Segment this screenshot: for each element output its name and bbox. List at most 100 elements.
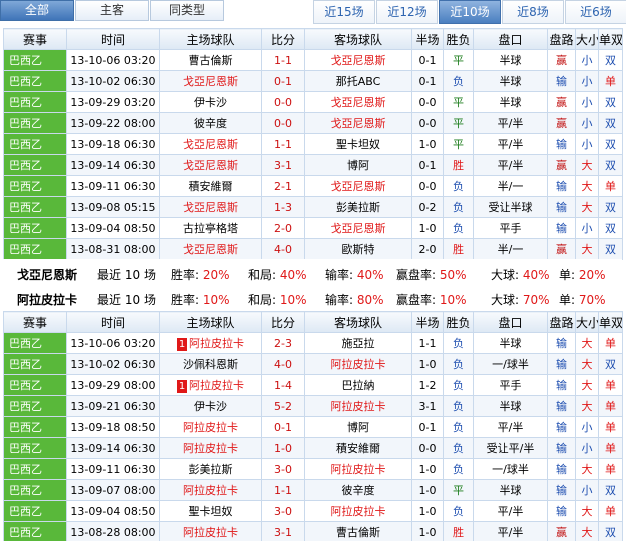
tab-last-15-matches[interactable]: 近15场 bbox=[313, 0, 375, 24]
score-cell[interactable]: 2-3 bbox=[261, 332, 305, 354]
score-cell[interactable]: 1-1 bbox=[261, 133, 305, 155]
home-team-name[interactable]: 彭美拉斯 bbox=[189, 463, 233, 476]
score-cell[interactable]: 4-0 bbox=[261, 238, 305, 260]
home-team-cell[interactable]: 戈亞尼恩斯 bbox=[159, 70, 262, 92]
home-team-name[interactable]: 戈亞尼恩斯 bbox=[183, 201, 238, 214]
home-team-cell[interactable]: 彭美拉斯 bbox=[159, 458, 262, 480]
score-cell[interactable]: 3-1 bbox=[261, 521, 305, 541]
score-cell[interactable]: 3-0 bbox=[261, 458, 305, 480]
home-team-cell[interactable]: 曹古倫斯 bbox=[159, 49, 262, 71]
tab-last-8-matches[interactable]: 近8场 bbox=[502, 0, 564, 24]
league-cell[interactable]: 巴西乙 bbox=[3, 416, 67, 438]
table-row[interactable]: 巴西乙 13-10-06 03:20 1 阿拉皮拉卡 2-3 施亞拉 1-1 负半球输大单 bbox=[3, 332, 623, 354]
league-cell[interactable]: 巴西乙 bbox=[3, 374, 67, 396]
league-cell[interactable]: 巴西乙 bbox=[3, 112, 67, 134]
league-cell[interactable]: 巴西乙 bbox=[3, 217, 67, 239]
table-row[interactable]: 巴西乙 13-09-07 08:00 阿拉皮拉卡 1-1 彼辛度 1-0 平半球输小双 bbox=[3, 479, 623, 501]
tab-home-away[interactable]: 主客 bbox=[75, 0, 149, 21]
away-team-cell[interactable]: 積安維爾 bbox=[304, 437, 412, 459]
home-team-cell[interactable]: 伊卡沙 bbox=[159, 395, 262, 417]
table-row[interactable]: 巴西乙 13-09-04 08:50 聖卡坦奴 3-0 阿拉皮拉卡 1-0 负平/半输大单 bbox=[3, 500, 623, 522]
home-team-cell[interactable]: 阿拉皮拉卡 bbox=[159, 521, 262, 541]
table-row[interactable]: 巴西乙 13-09-18 06:30 戈亞尼恩斯 1-1 聖卡坦奴 1-0 平平/半输小双 bbox=[3, 133, 623, 155]
home-team-cell[interactable]: 沙佩科恩斯 bbox=[159, 353, 262, 375]
home-team-cell[interactable]: 聖卡坦奴 bbox=[159, 500, 262, 522]
home-team-cell[interactable]: 1 阿拉皮拉卡 bbox=[159, 332, 262, 354]
score-cell[interactable]: 5-2 bbox=[261, 395, 305, 417]
score-cell[interactable]: 1-3 bbox=[261, 196, 305, 218]
league-cell[interactable]: 巴西乙 bbox=[3, 154, 67, 176]
league-cell[interactable]: 巴西乙 bbox=[3, 133, 67, 155]
score-cell[interactable]: 0-0 bbox=[261, 91, 305, 113]
home-team-name[interactable]: 聖卡坦奴 bbox=[189, 505, 233, 518]
league-cell[interactable]: 巴西乙 bbox=[3, 238, 67, 260]
away-team-cell[interactable]: 曹古倫斯 bbox=[304, 521, 412, 541]
home-team-cell[interactable]: 積安維爾 bbox=[159, 175, 262, 197]
table-row[interactable]: 巴西乙 13-09-08 05:15 戈亞尼恩斯 1-3 彭美拉斯 0-2 负受让半球输大双 bbox=[3, 196, 623, 218]
home-team-name[interactable]: 阿拉皮拉卡 bbox=[183, 442, 238, 455]
table-row[interactable]: 巴西乙 13-08-28 08:00 阿拉皮拉卡 3-1 曹古倫斯 1-0 胜平/半赢大双 bbox=[3, 521, 623, 541]
league-cell[interactable]: 巴西乙 bbox=[3, 500, 67, 522]
home-team-cell[interactable]: 阿拉皮拉卡 bbox=[159, 479, 262, 501]
home-team-name[interactable]: 戈亞尼恩斯 bbox=[183, 243, 238, 256]
home-team-cell[interactable]: 戈亞尼恩斯 bbox=[159, 238, 262, 260]
table-row[interactable]: 巴西乙 13-09-11 06:30 積安維爾 2-1 戈亞尼恩斯 0-0 负半/一输大单 bbox=[3, 175, 623, 197]
score-cell[interactable]: 1-1 bbox=[261, 49, 305, 71]
away-team-cell[interactable]: 聖卡坦奴 bbox=[304, 133, 412, 155]
away-team-cell[interactable]: 彼辛度 bbox=[304, 479, 412, 501]
score-cell[interactable]: 1-1 bbox=[261, 479, 305, 501]
home-team-cell[interactable]: 戈亞尼恩斯 bbox=[159, 133, 262, 155]
away-team-cell[interactable]: 施亞拉 bbox=[304, 332, 412, 354]
score-cell[interactable]: 3-1 bbox=[261, 154, 305, 176]
table-row[interactable]: 巴西乙 13-10-06 03:20 曹古倫斯 1-1 戈亞尼恩斯 0-1 平半球赢小双 bbox=[3, 49, 623, 71]
away-team-cell[interactable]: 戈亞尼恩斯 bbox=[304, 175, 412, 197]
score-cell[interactable]: 0-0 bbox=[261, 112, 305, 134]
home-team-cell[interactable]: 彼辛度 bbox=[159, 112, 262, 134]
away-team-cell[interactable]: 戈亞尼恩斯 bbox=[304, 112, 412, 134]
away-team-cell[interactable]: 阿拉皮拉卡 bbox=[304, 500, 412, 522]
home-team-name[interactable]: 戈亞尼恩斯 bbox=[183, 138, 238, 151]
away-team-cell[interactable]: 阿拉皮拉卡 bbox=[304, 353, 412, 375]
score-cell[interactable]: 1-0 bbox=[261, 437, 305, 459]
home-team-cell[interactable]: 伊卡沙 bbox=[159, 91, 262, 113]
league-cell[interactable]: 巴西乙 bbox=[3, 70, 67, 92]
home-team-name[interactable]: 阿拉皮拉卡 bbox=[183, 526, 238, 539]
table-row[interactable]: 巴西乙 13-09-29 03:20 伊卡沙 0-0 戈亞尼恩斯 0-0 平半球赢小双 bbox=[3, 91, 623, 113]
away-team-cell[interactable]: 戈亞尼恩斯 bbox=[304, 91, 412, 113]
league-cell[interactable]: 巴西乙 bbox=[3, 458, 67, 480]
table-row[interactable]: 巴西乙 13-10-02 06:30 戈亞尼恩斯 0-1 那托ABC 0-1 负半球输小单 bbox=[3, 70, 623, 92]
league-cell[interactable]: 巴西乙 bbox=[3, 437, 67, 459]
home-team-name[interactable]: 戈亞尼恩斯 bbox=[183, 159, 238, 172]
away-team-cell[interactable]: 那托ABC bbox=[304, 70, 412, 92]
summary-team-name[interactable]: 戈亞尼恩斯 bbox=[17, 266, 77, 283]
home-team-cell[interactable]: 戈亞尼恩斯 bbox=[159, 154, 262, 176]
home-team-cell[interactable]: 1 阿拉皮拉卡 bbox=[159, 374, 262, 396]
table-row[interactable]: 巴西乙 13-08-31 08:00 戈亞尼恩斯 4-0 歐斯特 2-0 胜半/一赢大双 bbox=[3, 238, 623, 260]
league-cell[interactable]: 巴西乙 bbox=[3, 91, 67, 113]
league-cell[interactable]: 巴西乙 bbox=[3, 196, 67, 218]
home-team-name[interactable]: 阿拉皮拉卡 bbox=[189, 337, 244, 350]
away-team-cell[interactable]: 歐斯特 bbox=[304, 238, 412, 260]
score-cell[interactable]: 4-0 bbox=[261, 353, 305, 375]
tab-all[interactable]: 全部 bbox=[0, 0, 74, 21]
home-team-name[interactable]: 戈亞尼恩斯 bbox=[183, 75, 238, 88]
score-cell[interactable]: 1-4 bbox=[261, 374, 305, 396]
table-row[interactable]: 巴西乙 13-09-29 08:00 1 阿拉皮拉卡 1-4 巴拉納 1-2 负平手输大单 bbox=[3, 374, 623, 396]
home-team-name[interactable]: 伊卡沙 bbox=[194, 96, 227, 109]
table-row[interactable]: 巴西乙 13-09-11 06:30 彭美拉斯 3-0 阿拉皮拉卡 1-0 负一/球半输大单 bbox=[3, 458, 623, 480]
score-cell[interactable]: 3-0 bbox=[261, 500, 305, 522]
home-team-name[interactable]: 阿拉皮拉卡 bbox=[189, 379, 244, 392]
league-cell[interactable]: 巴西乙 bbox=[3, 353, 67, 375]
home-team-name[interactable]: 古拉亭格塔 bbox=[183, 222, 238, 235]
home-team-name[interactable]: 阿拉皮拉卡 bbox=[183, 421, 238, 434]
home-team-cell[interactable]: 阿拉皮拉卡 bbox=[159, 437, 262, 459]
table-row[interactable]: 巴西乙 13-09-14 06:30 阿拉皮拉卡 1-0 積安維爾 0-0 负受让平/半输小… bbox=[3, 437, 623, 459]
home-team-name[interactable]: 沙佩科恩斯 bbox=[183, 358, 238, 371]
table-row[interactable]: 巴西乙 13-09-14 06:30 戈亞尼恩斯 3-1 博阿 0-1 胜平/半赢大双 bbox=[3, 154, 623, 176]
league-cell[interactable]: 巴西乙 bbox=[3, 479, 67, 501]
home-team-cell[interactable]: 古拉亭格塔 bbox=[159, 217, 262, 239]
away-team-cell[interactable]: 彭美拉斯 bbox=[304, 196, 412, 218]
score-cell[interactable]: 2-1 bbox=[261, 175, 305, 197]
table-row[interactable]: 巴西乙 13-10-02 06:30 沙佩科恩斯 4-0 阿拉皮拉卡 1-0 负一/球半输大… bbox=[3, 353, 623, 375]
league-cell[interactable]: 巴西乙 bbox=[3, 395, 67, 417]
